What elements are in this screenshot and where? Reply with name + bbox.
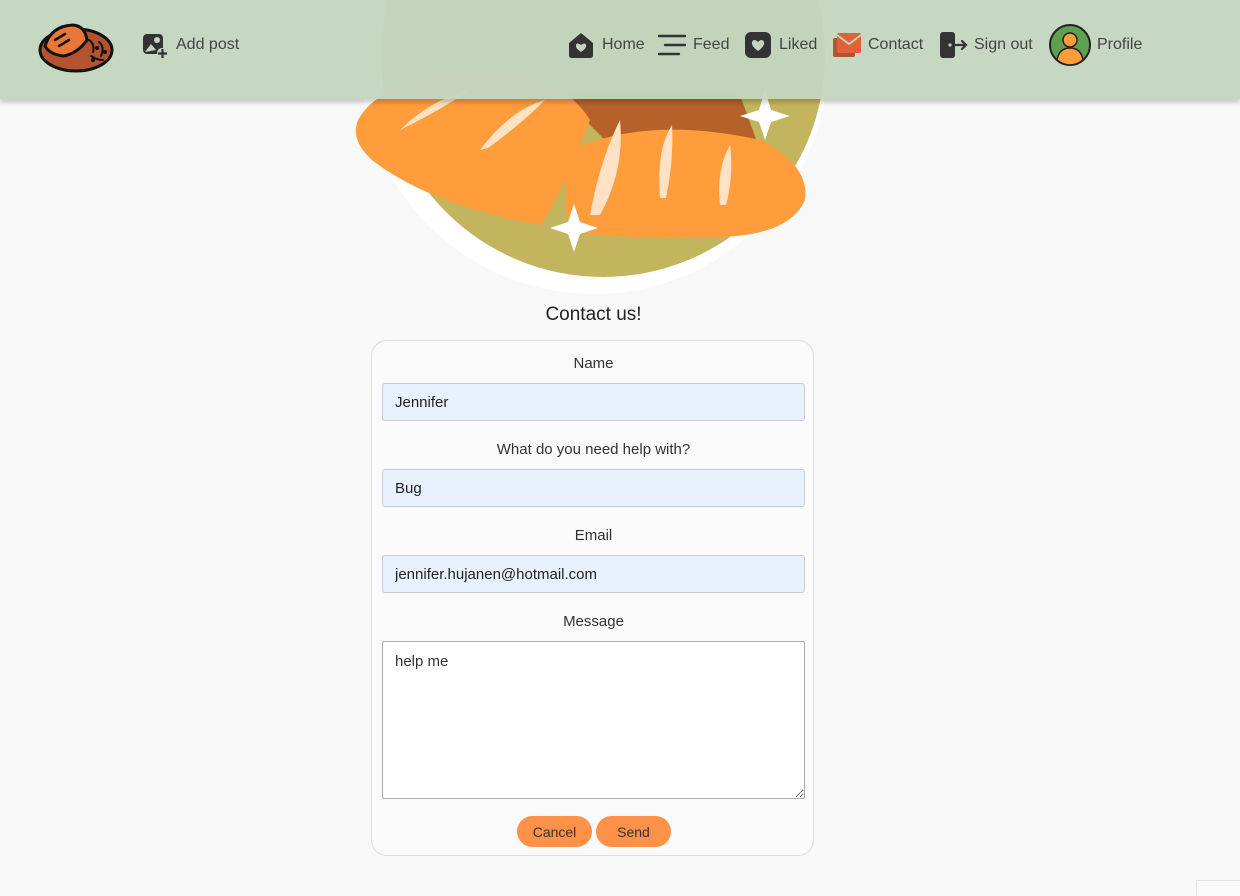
feed-icon: [657, 30, 687, 60]
liked-heart-icon: [743, 30, 773, 60]
message-label: Message: [563, 613, 624, 630]
nav-liked[interactable]: Liked: [743, 27, 817, 63]
sign-out-icon: [938, 30, 968, 60]
contact-mail-icon: [832, 30, 862, 60]
email-field[interactable]: [382, 555, 805, 593]
nav-contact-label: Contact: [868, 36, 924, 53]
name-field[interactable]: [382, 383, 805, 421]
page-title: Contact us!: [545, 304, 642, 325]
nav-add-post[interactable]: Add post: [140, 27, 239, 63]
profile-avatar-icon: [1049, 24, 1091, 66]
nav-profile[interactable]: Profile: [1049, 24, 1143, 66]
corner-widget: [1196, 880, 1240, 896]
nav-liked-label: Liked: [779, 36, 818, 53]
home-icon: [566, 30, 596, 60]
nav-add-post-label: Add post: [176, 36, 240, 53]
topic-label: What do you need help with?: [496, 441, 691, 458]
email-label: Email: [574, 527, 613, 544]
contact-form: Name What do you need help with? Email M…: [371, 340, 814, 856]
topic-field[interactable]: [382, 469, 805, 507]
nav-sign-out-label: Sign out: [974, 36, 1033, 53]
name-label: Name: [573, 355, 614, 372]
nav-profile-label: Profile: [1097, 36, 1143, 53]
nav-sign-out[interactable]: Sign out: [938, 27, 1033, 63]
nav-feed[interactable]: Feed: [657, 27, 729, 63]
top-navbar: Add post Home Feed Liked Contact Sign ou…: [0, 0, 1240, 99]
send-button[interactable]: Send: [596, 816, 671, 847]
message-textarea[interactable]: help me: [382, 641, 805, 799]
nav-home[interactable]: Home: [566, 27, 645, 63]
nav-contact[interactable]: Contact: [832, 27, 923, 63]
nav-home-label: Home: [602, 36, 645, 53]
nav-feed-label: Feed: [693, 36, 730, 53]
cancel-button[interactable]: Cancel: [517, 816, 592, 847]
add-image-icon: [140, 30, 170, 60]
bread-logo-icon[interactable]: [37, 20, 117, 74]
